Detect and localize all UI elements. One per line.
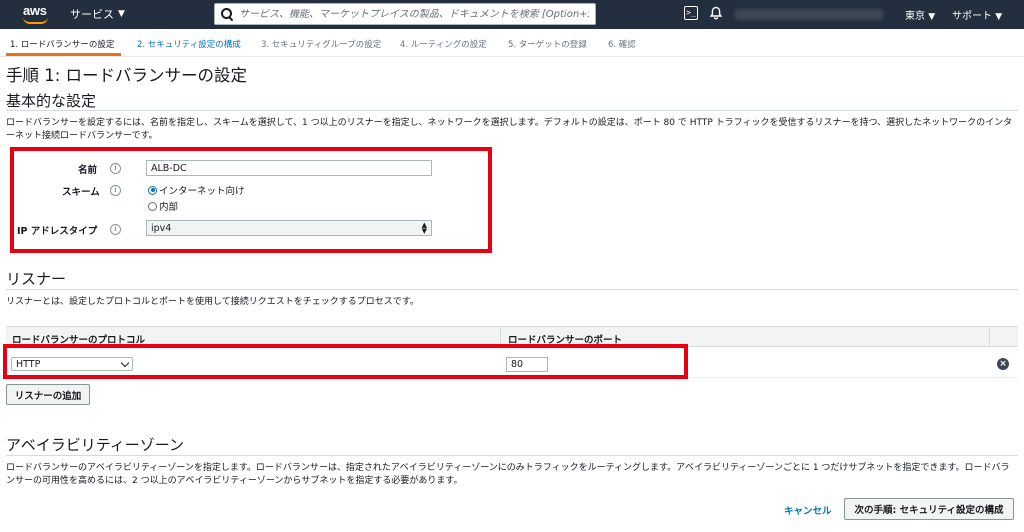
step-2-tab[interactable]: 2. セキュリティ設定の構成 (137, 38, 241, 50)
caret-down-icon: ▼ (118, 9, 125, 19)
services-label: サービス (70, 8, 114, 21)
step-1-tab[interactable]: 1. ロードバランサーの設定 (10, 38, 114, 50)
search-bar[interactable] (214, 3, 596, 25)
divider (6, 289, 1018, 290)
availability-zones-heading: アベイラビリティーゾーン (6, 436, 185, 454)
aws-logo[interactable]: aws (22, 3, 52, 25)
remove-listener-icon[interactable]: × (997, 358, 1009, 370)
cloudshell-icon[interactable]: >_ (684, 6, 698, 20)
bell-icon[interactable] (709, 6, 723, 20)
cancel-button[interactable]: キャンセル (784, 503, 832, 517)
step-6-tab[interactable]: 6. 確認 (608, 38, 636, 50)
wizard-steps: 1. ロードバランサーの設定 2. セキュリティ設定の構成 3. セキュリティグ… (0, 31, 1024, 57)
page-title: 手順 1: ロードバランサーの設定 (6, 66, 248, 85)
basic-config-description: ロードバランサーを設定するには、名前を指定し、スキームを選択して、1 つ以上のリ… (6, 118, 1013, 141)
aws-smile-icon (23, 17, 48, 24)
step-3-tab[interactable]: 3. セキュリティグループの設定 (261, 38, 381, 50)
divider (6, 455, 1018, 456)
basic-config-highlight-box (10, 147, 492, 253)
support-menu[interactable]: サポート ▼ (952, 7, 1002, 22)
step-5-tab[interactable]: 5. ターゲットの登録 (508, 38, 587, 50)
basic-config-heading: 基本的な設定 (6, 92, 97, 110)
next-step-button[interactable]: 次の手順: セキュリティ設定の構成 (844, 498, 1014, 520)
active-step-indicator (6, 53, 121, 56)
step-4-tab[interactable]: 4. ルーティングの設定 (400, 38, 487, 50)
account-menu-redacted[interactable] (734, 9, 884, 20)
support-label: サポート (952, 11, 992, 22)
listener-highlight-box (3, 344, 688, 379)
caret-down-icon: ▼ (928, 12, 936, 22)
aws-logo-text: aws (23, 3, 47, 18)
top-nav: aws サービス ▼ >_ 東京 ▼ サポート ▼ (0, 0, 1024, 29)
search-input[interactable] (239, 8, 589, 20)
listeners-heading: リスナー (6, 270, 67, 288)
caret-down-icon: ▼ (995, 12, 1003, 22)
region-label: 東京 (905, 11, 925, 22)
availability-zones-description: ロードバランサーのアベイラビリティーゾーンを指定します。ロードバランサーは、指定… (6, 463, 1010, 486)
region-menu[interactable]: 東京 ▼ (905, 7, 935, 22)
add-listener-button[interactable]: リスナーの追加 (6, 384, 90, 405)
listeners-description: リスナーとは、設定したプロトコルとポートを使用して接続リクエストをチェックするプ… (6, 297, 419, 307)
column-divider (989, 327, 990, 347)
services-menu[interactable]: サービス ▼ (70, 6, 125, 22)
search-icon (221, 8, 233, 20)
divider (6, 110, 1018, 111)
